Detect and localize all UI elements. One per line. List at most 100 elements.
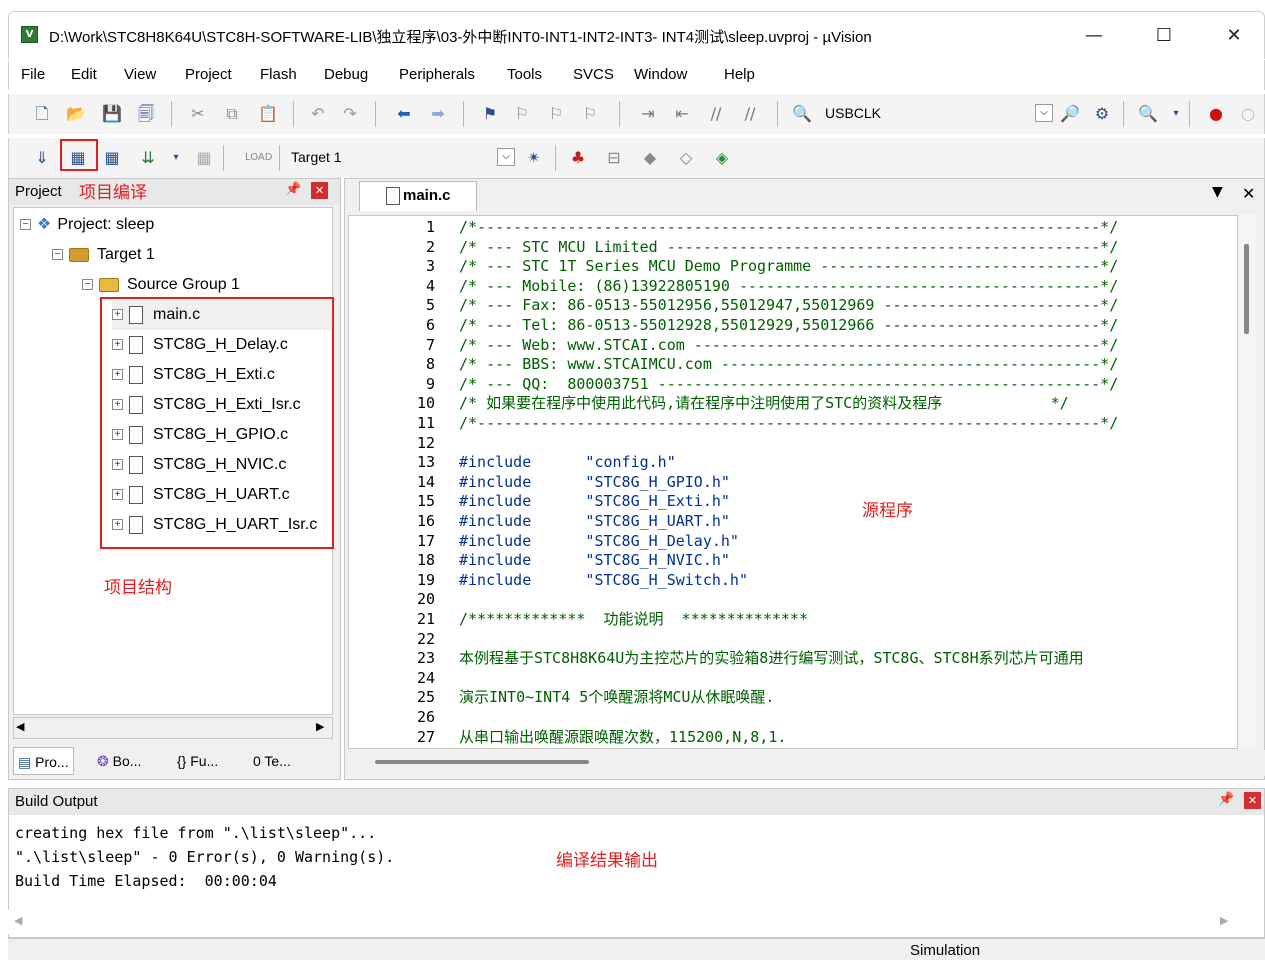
code-line: /*--------------------------------------…	[459, 218, 1119, 236]
code-line: 本例程基于STC8H8K64U为主控芯片的实验箱8进行编写测试，STC8G、ST…	[459, 649, 1084, 668]
target-options-icon[interactable]: ✴	[523, 147, 545, 169]
rebuild-icon[interactable]: ▦	[101, 147, 123, 169]
navigate-forward-icon[interactable]: ➡	[427, 103, 449, 125]
cut-icon[interactable]: ✂	[187, 103, 209, 125]
scroll-thumb[interactable]	[375, 760, 589, 764]
find-combo[interactable]: USBCLK ⌵	[819, 102, 1055, 126]
download-icon[interactable]: LOAD	[245, 147, 272, 169]
menu-file[interactable]: File	[21, 66, 45, 83]
menu-flash[interactable]: Flash	[260, 66, 297, 83]
line-number: 14	[416, 472, 435, 491]
line-number: 4	[425, 276, 435, 295]
scroll-left-icon[interactable]: ◀	[16, 720, 24, 733]
menu-svcs[interactable]: SVCS	[573, 66, 614, 83]
file-list-highlight	[100, 297, 334, 549]
editor-horizontal-scrollbar[interactable]	[345, 750, 1265, 776]
chevron-down-icon[interactable]: ▾	[1165, 103, 1187, 125]
tree-project-root[interactable]: − ❖ Project: sleep	[20, 210, 154, 240]
breakpoint-icon[interactable]: ●	[1205, 103, 1227, 125]
pin-icon[interactable]: 📌	[285, 182, 301, 197]
new-file-icon[interactable]: 🗋	[31, 103, 53, 125]
menu-view[interactable]: View	[124, 66, 156, 83]
file-extensions-icon[interactable]: ⊟	[603, 147, 625, 169]
paste-icon[interactable]: 📋	[257, 103, 279, 125]
collapse-icon[interactable]: −	[20, 219, 31, 231]
tab-functions[interactable]: {} Fu...	[173, 747, 222, 775]
find-in-files-icon[interactable]: 🔍	[791, 103, 813, 125]
scroll-thumb[interactable]	[1244, 244, 1249, 334]
tab-label: 0 Te...	[253, 753, 291, 769]
tab-templates[interactable]: 0 Te...	[249, 747, 295, 775]
undo-icon[interactable]: ↶	[307, 103, 329, 125]
bookmark-clear-icon[interactable]: ⚐	[579, 103, 601, 125]
editor-vertical-scrollbar[interactable]	[1238, 214, 1256, 748]
bookmark-prev-icon[interactable]: ⚐	[511, 103, 533, 125]
minimize-button[interactable]: —	[1071, 21, 1117, 51]
batch-build-icon[interactable]: ⇊	[137, 147, 159, 169]
close-icon[interactable]: ✕	[1242, 184, 1255, 203]
tree-horizontal-scrollbar[interactable]: ◀ ▶	[13, 717, 333, 739]
target-select[interactable]: Target 1 ⌵	[285, 146, 517, 170]
debug-session-icon[interactable]: 🔍	[1137, 103, 1159, 125]
manage-project-icon[interactable]: ♣	[567, 147, 589, 169]
toolbar-separator	[279, 145, 280, 171]
tree-target[interactable]: − Target 1	[52, 240, 155, 270]
close-button[interactable]: ✕	[1211, 21, 1257, 51]
code-line: /* --- QQ: 800003751 -------------------…	[459, 374, 1119, 393]
menu-edit[interactable]: Edit	[71, 66, 97, 83]
scroll-left-icon[interactable]: ◀	[14, 914, 22, 927]
manage-rte-icon[interactable]: ◆	[639, 147, 661, 169]
collapse-icon[interactable]: −	[52, 249, 63, 261]
copy-icon[interactable]: ⧉	[221, 103, 243, 125]
scroll-right-icon[interactable]: ▶	[316, 720, 324, 733]
translate-icon[interactable]: ⇓	[31, 147, 53, 169]
chevron-down-icon[interactable]: ⌵	[1035, 104, 1053, 122]
stop-build-icon[interactable]: ▦	[193, 147, 215, 169]
menu-window[interactable]: Window	[634, 66, 687, 83]
line-number: 13	[416, 453, 435, 472]
tab-books[interactable]: ❂ Bo...	[93, 747, 145, 775]
tab-project[interactable]: ▤ Pro...	[13, 747, 74, 775]
open-file-icon[interactable]: 📂	[65, 103, 87, 125]
menu-project[interactable]: Project	[185, 66, 232, 83]
redo-icon[interactable]: ↷	[339, 103, 361, 125]
maximize-button[interactable]: ☐	[1141, 21, 1187, 51]
menu-debug[interactable]: Debug	[324, 66, 368, 83]
tab-list-dropdown-icon[interactable]: ▼	[1212, 184, 1223, 200]
bookmark-toggle-icon[interactable]: ⚑	[479, 103, 501, 125]
build-toolbar: ⇓ ▦ ▦ ⇊ ▾ ▦ LOAD Target 1 ⌵ ✴ ♣ ⊟ ◆ ◇ ◈	[8, 138, 1265, 178]
save-icon[interactable]: 💾	[101, 103, 123, 125]
scroll-right-icon[interactable]: ▶	[1220, 914, 1228, 927]
toolbar-separator	[1123, 101, 1124, 127]
incremental-find-icon[interactable]: ⚙	[1091, 103, 1113, 125]
menu-help[interactable]: Help	[724, 66, 755, 83]
code-editor[interactable]: 1 2 3 4 5 6 7 8 9 10 11 12 13 14 15 16 17 18 19 20 21 22 23 24 2…	[348, 215, 1238, 749]
find-icon[interactable]: 🔎	[1059, 103, 1081, 125]
pin-icon[interactable]: 📌	[1218, 792, 1234, 807]
structure-annotation: 项目结构	[104, 578, 172, 598]
menu-peripherals[interactable]: Peripherals	[399, 66, 475, 83]
chevron-down-icon[interactable]: ▾	[165, 147, 187, 169]
collapse-icon[interactable]: −	[82, 279, 93, 291]
chevron-down-icon[interactable]: ⌵	[497, 148, 515, 166]
navigate-back-icon[interactable]: ⬅	[393, 103, 415, 125]
target-select-value: Target 1	[291, 149, 342, 165]
toolbar-separator	[171, 101, 172, 127]
select-packs-icon[interactable]: ◇	[675, 147, 697, 169]
line-number: 2	[425, 237, 435, 256]
comment-icon[interactable]: //	[705, 103, 727, 125]
close-icon[interactable]: ✕	[311, 182, 328, 199]
build-output-text[interactable]: creating hex file from ".\list\sleep"...…	[15, 821, 394, 893]
bookmark-next-icon[interactable]: ⚐	[545, 103, 567, 125]
close-icon[interactable]: ✕	[1244, 792, 1261, 809]
project-panel-header: Project 项目编译 📌 ✕	[9, 179, 340, 205]
indent-icon[interactable]: ⇥	[637, 103, 659, 125]
uncomment-icon[interactable]: //	[739, 103, 761, 125]
breakpoint-disabled-icon[interactable]: ○	[1237, 103, 1259, 125]
save-all-icon[interactable]: 🗐	[135, 103, 157, 125]
tree-source-group[interactable]: − Source Group 1	[82, 270, 240, 300]
pack-installer-icon[interactable]: ◈	[711, 147, 733, 169]
build-horizontal-scrollbar[interactable]: ◀ ▶	[8, 910, 1248, 934]
unindent-icon[interactable]: ⇤	[671, 103, 693, 125]
menu-tools[interactable]: Tools	[507, 66, 542, 83]
